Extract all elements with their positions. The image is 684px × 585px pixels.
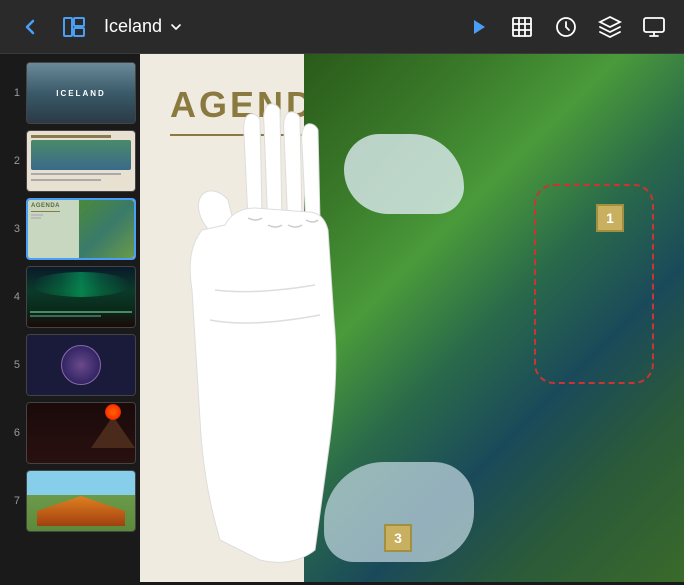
map-dashed-path (534, 184, 654, 384)
slide-panel: 1 ICELAND 2 3 AGENDA (0, 54, 140, 582)
table-button[interactable] (504, 9, 540, 45)
toolbar-right (460, 9, 672, 45)
screen-button[interactable] (636, 9, 672, 45)
slide-item-6[interactable]: 6 (6, 402, 134, 464)
slide-thumb-5[interactable] (26, 334, 136, 396)
map-number-1: 1 (596, 204, 624, 232)
slide-item-7[interactable]: 7 (6, 470, 134, 532)
slide-number-7: 7 (6, 495, 20, 507)
slide-number-3: 3 (6, 223, 20, 235)
toolbar: Iceland (0, 0, 684, 54)
slide-thumb-7[interactable] (26, 470, 136, 532)
slide-number-1: 1 (6, 87, 20, 99)
slide-item-1[interactable]: 1 ICELAND (6, 62, 134, 124)
slide-item-4[interactable]: 4 (6, 266, 134, 328)
map-number-3: 3 (384, 524, 412, 552)
main-content: AGENDA 1 3 (140, 54, 684, 582)
slide-thumb-6[interactable] (26, 402, 136, 464)
slide-item-5[interactable]: 5 (6, 334, 134, 396)
slide-thumb-2[interactable] (26, 130, 136, 192)
map-ice-cap-1 (344, 134, 464, 214)
play-button[interactable] (460, 9, 496, 45)
stack-button[interactable] (592, 9, 628, 45)
presentation-title: Iceland (104, 16, 162, 37)
slide-thumb-3[interactable]: AGENDA (26, 198, 136, 260)
back-button[interactable] (12, 9, 48, 45)
slide-1-title-text: ICELAND (56, 89, 106, 98)
slide-number-2: 2 (6, 155, 20, 167)
slide-thumb-1[interactable]: ICELAND (26, 62, 136, 124)
chevron-down-icon[interactable] (168, 19, 184, 35)
map-area: 1 3 (304, 54, 684, 582)
title-area: Iceland (104, 16, 184, 37)
slide-item-3[interactable]: 3 AGENDA (6, 198, 134, 260)
slide-thumb-4[interactable] (26, 266, 136, 328)
slide-content: AGENDA 1 3 (140, 54, 684, 582)
slide-number-6: 6 (6, 427, 20, 439)
slides-view-button[interactable] (56, 9, 92, 45)
slide-number-5: 5 (6, 359, 20, 371)
clock-button[interactable] (548, 9, 584, 45)
slide-number-4: 4 (6, 291, 20, 303)
slide-item-2[interactable]: 2 (6, 130, 134, 192)
